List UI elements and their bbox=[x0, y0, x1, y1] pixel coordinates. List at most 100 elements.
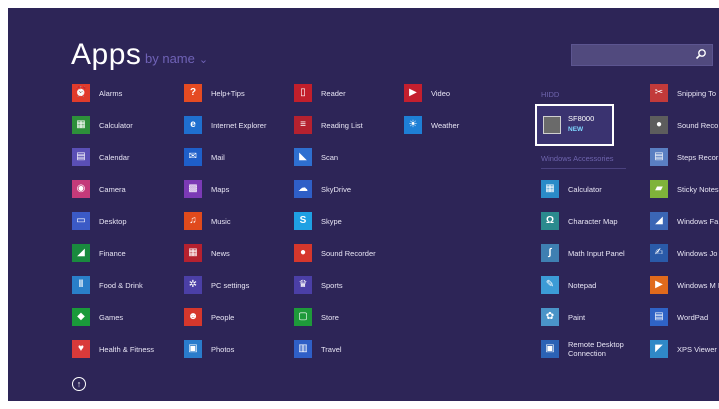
app-tile[interactable]: ▣ Remote Desktop Connection bbox=[541, 337, 634, 361]
app-tile[interactable]: ◢ Finance bbox=[72, 241, 165, 265]
app-tile[interactable]: ◉ Camera bbox=[72, 177, 165, 201]
app-label: WordPad bbox=[677, 312, 709, 322]
scan-icon: ◣ bbox=[294, 148, 312, 166]
app-tile[interactable]: ▶ Windows M Player bbox=[650, 273, 719, 297]
app-tile[interactable]: ▢ Store bbox=[294, 305, 387, 329]
app-label: Paint bbox=[568, 312, 586, 322]
app-label: People bbox=[211, 312, 235, 322]
sort-dropdown[interactable]: by name ⌄ bbox=[145, 51, 208, 66]
sports-icon: ♛ bbox=[294, 276, 312, 294]
group-header-windows-accessories: Windows Accessories bbox=[541, 154, 614, 163]
app-tile[interactable]: ♛ Sports bbox=[294, 273, 387, 297]
app-tile[interactable]: ☻ People bbox=[184, 305, 277, 329]
app-tile[interactable]: Ω Character Map bbox=[541, 209, 634, 233]
app-label: Windows M Player bbox=[677, 280, 719, 290]
app-tile[interactable]: e Internet Explorer bbox=[184, 113, 277, 137]
app-tile[interactable]: ▦ News bbox=[184, 241, 277, 265]
app-tile[interactable]: ▤ WordPad bbox=[650, 305, 719, 329]
internet-explorer-icon: e bbox=[184, 116, 202, 134]
app-label: Sticky Notes bbox=[677, 184, 719, 194]
weather-icon: ☀ bbox=[404, 116, 422, 134]
app-label: Music bbox=[211, 216, 231, 226]
app-tile[interactable]: ● Sound Reco bbox=[650, 113, 719, 137]
scroll-up-button[interactable]: ↑ bbox=[72, 377, 86, 391]
app-tile[interactable]: ≡ Reading List bbox=[294, 113, 387, 137]
mail-icon: ✉ bbox=[184, 148, 202, 166]
app-tile[interactable]: ▰ Sticky Notes bbox=[650, 177, 719, 201]
search-input[interactable] bbox=[571, 44, 713, 66]
app-tile[interactable]: ▦ Calculator bbox=[541, 177, 634, 201]
app-tile[interactable]: S Skype bbox=[294, 209, 387, 233]
app-tile[interactable]: ✎ Notepad bbox=[541, 273, 634, 297]
app-tile[interactable]: ▣ Photos bbox=[184, 337, 277, 361]
app-tile[interactable]: ◣ Scan bbox=[294, 145, 387, 169]
app-tile[interactable]: ● Sound Recorder bbox=[294, 241, 387, 265]
app-tile[interactable]: ▦ Calculator bbox=[72, 113, 165, 137]
app-tile[interactable]: ▥ Travel bbox=[294, 337, 387, 361]
reader-icon: ▯ bbox=[294, 84, 312, 102]
app-tile[interactable]: ▤ Steps Recor bbox=[650, 145, 719, 169]
app-tile[interactable]: ✉ Mail bbox=[184, 145, 277, 169]
app-tile[interactable]: ✍ Windows Jo bbox=[650, 241, 719, 265]
app-label: Maps bbox=[211, 184, 230, 194]
health-fitness-icon: ♥ bbox=[72, 340, 90, 358]
app-tile[interactable]: ▩ Maps bbox=[184, 177, 277, 201]
app-tile[interactable]: ⏰ Alarms bbox=[72, 81, 165, 105]
app-label: Sports bbox=[321, 280, 343, 290]
new-badge: NEW bbox=[568, 126, 584, 133]
app-label: Windows Fa Scan bbox=[677, 216, 719, 226]
app-label: Photos bbox=[211, 344, 235, 354]
app-tile[interactable]: ☁ SkyDrive bbox=[294, 177, 387, 201]
app-label: Steps Recor bbox=[677, 152, 719, 162]
app-label: Calendar bbox=[99, 152, 130, 162]
app-label: Help+Tips bbox=[211, 88, 245, 98]
app-label: XPS Viewer bbox=[677, 344, 717, 354]
app-label: Food & Drink bbox=[99, 280, 143, 290]
app-tile[interactable]: ? Help+Tips bbox=[184, 81, 277, 105]
app-label: Calculator bbox=[99, 120, 133, 130]
app-label: Snipping To bbox=[677, 88, 717, 98]
app-tile[interactable]: ǁ Food & Drink bbox=[72, 273, 165, 297]
app-tile[interactable]: ♥ Health & Fitness bbox=[72, 337, 165, 361]
app-label: PC settings bbox=[211, 280, 250, 290]
music-icon: ♫ bbox=[184, 212, 202, 230]
app-label: Weather bbox=[431, 120, 460, 130]
app-tile[interactable]: ◢ Windows Fa Scan bbox=[650, 209, 719, 233]
app-label: Travel bbox=[321, 344, 342, 354]
app-label: Character Map bbox=[568, 216, 618, 226]
windows-media-player-icon: ▶ bbox=[650, 276, 668, 294]
sound-recorder-icon: ● bbox=[650, 116, 668, 134]
photos-icon: ▣ bbox=[184, 340, 202, 358]
math-input-panel-icon: ∫ bbox=[541, 244, 559, 262]
app-label: Scan bbox=[321, 152, 339, 162]
remote-desktop-icon: ▣ bbox=[541, 340, 559, 358]
app-tile[interactable]: ▯ Reader bbox=[294, 81, 387, 105]
app-label: Alarms bbox=[99, 88, 123, 98]
search-icon[interactable] bbox=[695, 48, 707, 60]
app-tile[interactable]: ✲ PC settings bbox=[184, 273, 277, 297]
app-tile[interactable]: ✿ Paint bbox=[541, 305, 634, 329]
sf8000-icon bbox=[543, 116, 561, 134]
alarm-icon: ⏰ bbox=[72, 84, 90, 102]
app-tile[interactable]: ▶ Video bbox=[404, 81, 497, 105]
calculator-icon: ▦ bbox=[541, 180, 559, 198]
app-label: Windows Jo bbox=[677, 248, 718, 258]
calculator-icon: ▦ bbox=[72, 116, 90, 134]
start-screen: Apps by name ⌄ ⏰ Alarms ▦ Calculator ▤ Calenda… bbox=[8, 8, 719, 401]
app-tile[interactable]: ◆ Games bbox=[72, 305, 165, 329]
paint-icon: ✿ bbox=[541, 308, 559, 326]
app-tile-sf8000[interactable]: SF8000 NEW bbox=[535, 104, 614, 146]
app-label: Internet Explorer bbox=[211, 120, 267, 130]
app-tile[interactable]: ✂ Snipping To bbox=[650, 81, 719, 105]
app-tile[interactable]: ▤ Calendar bbox=[72, 145, 165, 169]
app-tile[interactable]: ☀ Weather bbox=[404, 113, 497, 137]
notepad-icon: ✎ bbox=[541, 276, 559, 294]
app-tile[interactable]: ▭ Desktop bbox=[72, 209, 165, 233]
app-tile[interactable]: ♫ Music bbox=[184, 209, 277, 233]
app-label: Games bbox=[99, 312, 124, 322]
app-tile[interactable]: ◤ XPS Viewer bbox=[650, 337, 719, 361]
app-tile[interactable]: ∫ Math Input Panel bbox=[541, 241, 634, 265]
sound-recorder-icon: ● bbox=[294, 244, 312, 262]
windows-journal-icon: ✍ bbox=[650, 244, 668, 262]
app-label: Sound Recorder bbox=[321, 248, 376, 258]
